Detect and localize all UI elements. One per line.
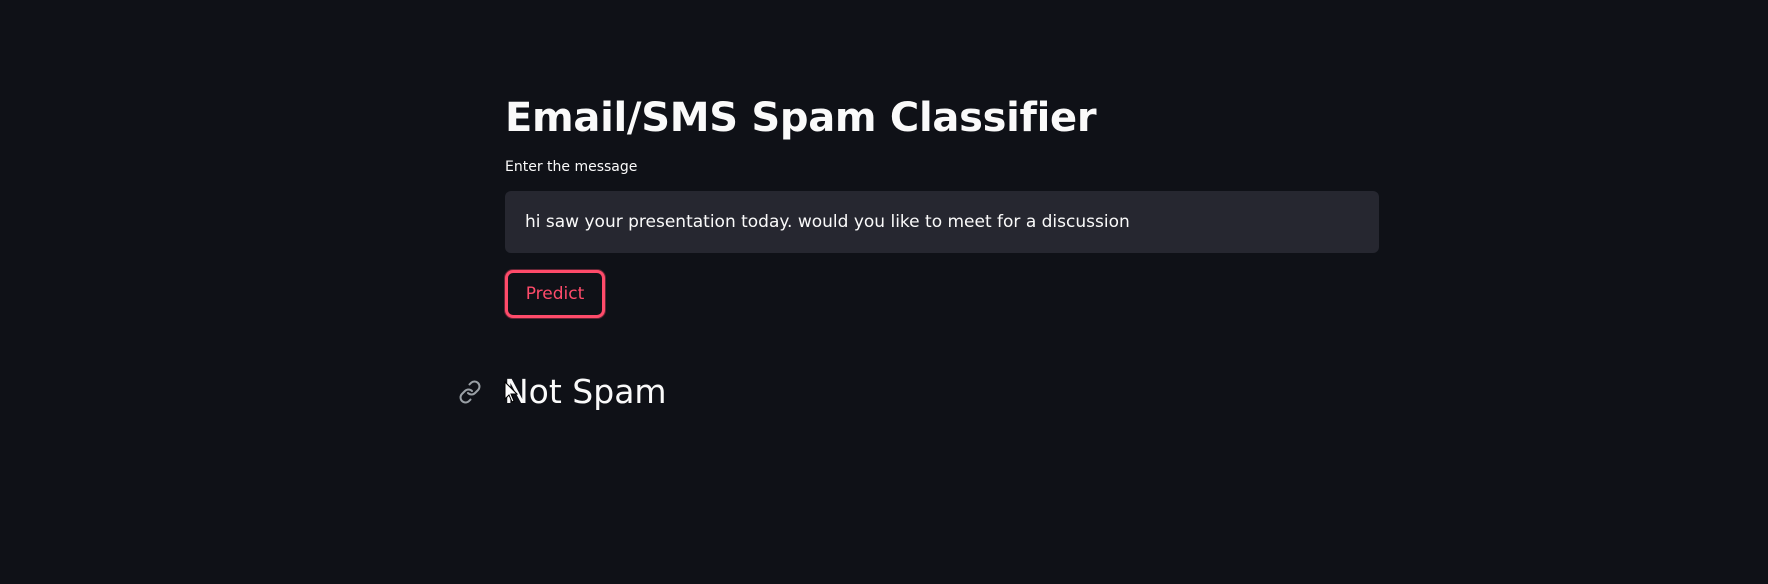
page-title: Email/SMS Spam Classifier	[505, 95, 1097, 141]
message-input-label: Enter the message	[505, 159, 638, 175]
link-icon[interactable]	[458, 380, 482, 404]
prediction-result: Not Spam	[504, 372, 667, 411]
mouse-cursor-icon	[504, 381, 518, 403]
message-input-container[interactable]	[505, 191, 1379, 253]
main-content: Email/SMS Spam Classifier Enter the mess…	[505, 90, 1379, 318]
predict-button[interactable]: Predict	[505, 270, 605, 318]
message-input[interactable]	[525, 212, 1379, 232]
result-row: Not Spam	[458, 368, 667, 416]
app-container: Email/SMS Spam Classifier Enter the mess…	[0, 0, 1768, 584]
